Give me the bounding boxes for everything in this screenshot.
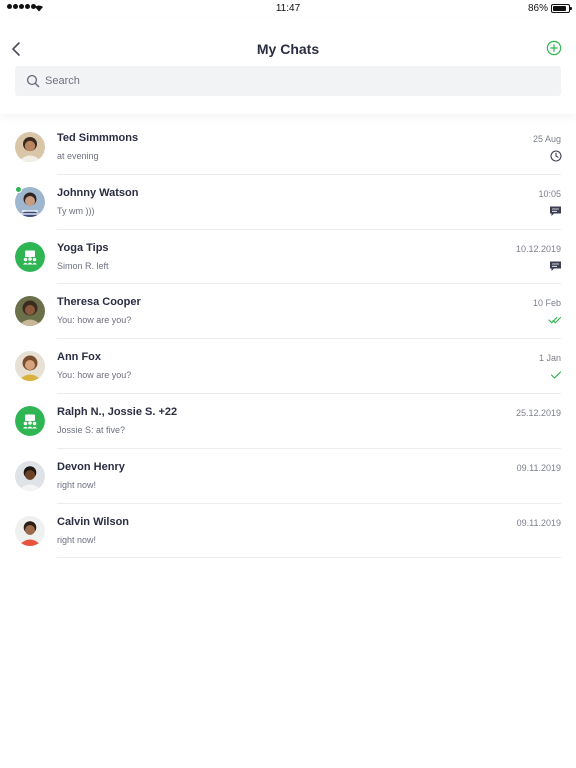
chat-date: 25 Aug xyxy=(532,134,561,144)
check-icon xyxy=(548,369,562,381)
online-indicator xyxy=(15,185,22,193)
header: My Chats xyxy=(0,18,576,114)
chat-list: Ted Simmmons at evening 25 Aug Johnny Wa… xyxy=(0,120,576,559)
chat-date: 25.12.2019 xyxy=(515,407,561,418)
chat-row[interactable]: Ann Fox You: how are you? 1 Jan xyxy=(0,339,576,394)
clock-icon xyxy=(548,150,562,162)
chat-preview: Jossie S: at five? xyxy=(57,424,126,435)
chat-name: Ann Fox xyxy=(57,351,101,364)
back-button[interactable] xyxy=(8,40,26,58)
chat-name: Yoga Tips xyxy=(57,241,109,254)
avatar xyxy=(15,460,45,491)
avatar xyxy=(15,351,45,382)
message-icon xyxy=(548,260,562,272)
chat-date: 10:05 xyxy=(538,188,561,199)
chat-preview: right now! xyxy=(57,534,97,545)
chat-preview: Simon R. left xyxy=(57,260,109,271)
group-icon xyxy=(15,241,45,272)
chat-date: 10.12.2019 xyxy=(515,243,561,254)
avatar xyxy=(15,241,45,272)
divider xyxy=(57,557,561,559)
chat-date: 10 Feb xyxy=(532,298,561,309)
chat-name: Theresa Cooper xyxy=(57,296,141,309)
status-time: 11:47 xyxy=(275,3,301,14)
avatar xyxy=(15,296,45,327)
page-title: My Chats xyxy=(256,41,320,57)
chat-row[interactable]: Devon Henry right now! 09.11.2019 xyxy=(0,449,576,504)
chat-preview: right now! xyxy=(57,479,97,490)
chat-preview: at evening xyxy=(57,151,99,161)
avatar xyxy=(15,515,45,546)
double-check-icon xyxy=(548,314,562,326)
status-bar: 11:47 86% xyxy=(0,0,576,18)
chat-row[interactable]: Johnny Watson Ty wm ))) 10:05 xyxy=(0,175,576,230)
search-input[interactable] xyxy=(45,75,525,87)
chat-row[interactable]: Ted Simmmons at evening 25 Aug xyxy=(0,120,576,175)
avatar xyxy=(15,405,45,436)
chat-name: Ted Simmmons xyxy=(57,132,139,144)
chat-row[interactable]: Ralph N., Jossie S. +22 Jossie S: at fiv… xyxy=(0,394,576,449)
avatar xyxy=(15,132,45,162)
chat-name: Ralph N., Jossie S. +22 xyxy=(57,405,178,418)
message-icon xyxy=(548,205,562,217)
chat-date: 09.11.2019 xyxy=(516,462,561,473)
group-icon xyxy=(15,405,45,436)
chat-name: Johnny Watson xyxy=(57,186,139,199)
chat-name: Calvin Wilson xyxy=(57,515,130,528)
chat-row[interactable]: Calvin Wilson right now! 09.11.2019 xyxy=(0,504,576,559)
chat-name: Devon Henry xyxy=(57,460,125,473)
chat-row[interactable]: Yoga Tips Simon R. left 10.12.2019 xyxy=(0,230,576,285)
chat-preview: Ty wm ))) xyxy=(57,205,95,216)
chat-date: 1 Jan xyxy=(538,353,561,364)
chat-date: 09.11.2019 xyxy=(516,517,561,528)
battery-percent: 86% xyxy=(527,3,548,14)
chat-preview: You: how are you? xyxy=(57,315,132,326)
chat-preview: You: how are you? xyxy=(57,370,132,381)
battery-icon xyxy=(551,4,572,13)
add-chat-button[interactable] xyxy=(546,40,562,56)
search-icon xyxy=(26,74,40,88)
search-box[interactable] xyxy=(15,66,561,96)
chat-row[interactable]: Theresa Cooper You: how are you? 10 Feb xyxy=(0,284,576,340)
